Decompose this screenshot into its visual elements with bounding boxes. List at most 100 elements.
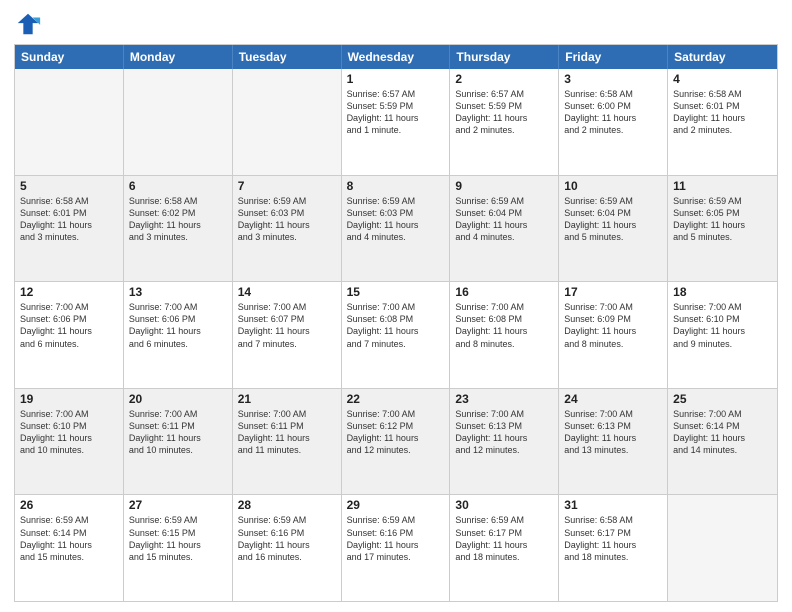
header-cell-saturday: Saturday xyxy=(668,45,777,69)
calendar-week-3: 12 Sunrise: 7:00 AM Sunset: 6:06 PM Dayli… xyxy=(15,282,777,389)
day-number: 25 xyxy=(673,392,772,406)
day-cell-empty xyxy=(668,495,777,601)
day-info: Sunrise: 7:00 AM Sunset: 6:10 PM Dayligh… xyxy=(20,408,118,457)
header-cell-friday: Friday xyxy=(559,45,668,69)
day-info: Sunrise: 6:59 AM Sunset: 6:03 PM Dayligh… xyxy=(238,195,336,244)
day-number: 20 xyxy=(129,392,227,406)
header-cell-thursday: Thursday xyxy=(450,45,559,69)
day-cell-21: 21 Sunrise: 7:00 AM Sunset: 6:11 PM Dayli… xyxy=(233,389,342,495)
calendar-header: SundayMondayTuesdayWednesdayThursdayFrid… xyxy=(15,45,777,69)
day-number: 5 xyxy=(20,179,118,193)
day-number: 31 xyxy=(564,498,662,512)
logo xyxy=(14,10,46,38)
day-number: 11 xyxy=(673,179,772,193)
day-cell-empty xyxy=(124,69,233,175)
day-number: 9 xyxy=(455,179,553,193)
day-info: Sunrise: 6:59 AM Sunset: 6:05 PM Dayligh… xyxy=(673,195,772,244)
day-info: Sunrise: 6:59 AM Sunset: 6:04 PM Dayligh… xyxy=(455,195,553,244)
page: SundayMondayTuesdayWednesdayThursdayFrid… xyxy=(0,0,792,612)
day-number: 15 xyxy=(347,285,445,299)
header-cell-monday: Monday xyxy=(124,45,233,69)
day-info: Sunrise: 7:00 AM Sunset: 6:13 PM Dayligh… xyxy=(564,408,662,457)
day-cell-6: 6 Sunrise: 6:58 AM Sunset: 6:02 PM Daylig… xyxy=(124,176,233,282)
day-cell-7: 7 Sunrise: 6:59 AM Sunset: 6:03 PM Daylig… xyxy=(233,176,342,282)
day-info: Sunrise: 6:57 AM Sunset: 5:59 PM Dayligh… xyxy=(455,88,553,137)
day-info: Sunrise: 7:00 AM Sunset: 6:09 PM Dayligh… xyxy=(564,301,662,350)
day-info: Sunrise: 6:59 AM Sunset: 6:15 PM Dayligh… xyxy=(129,514,227,563)
day-cell-4: 4 Sunrise: 6:58 AM Sunset: 6:01 PM Daylig… xyxy=(668,69,777,175)
day-number: 13 xyxy=(129,285,227,299)
day-cell-25: 25 Sunrise: 7:00 AM Sunset: 6:14 PM Dayli… xyxy=(668,389,777,495)
day-number: 23 xyxy=(455,392,553,406)
day-cell-empty xyxy=(233,69,342,175)
day-cell-5: 5 Sunrise: 6:58 AM Sunset: 6:01 PM Daylig… xyxy=(15,176,124,282)
day-cell-10: 10Sunrise: 6:59 AM Sunset: 6:04 PM Dayli… xyxy=(559,176,668,282)
day-number: 22 xyxy=(347,392,445,406)
calendar-week-5: 26 Sunrise: 6:59 AM Sunset: 6:14 PM Dayli… xyxy=(15,495,777,601)
day-cell-1: 1Sunrise: 6:57 AM Sunset: 5:59 PM Daylig… xyxy=(342,69,451,175)
calendar-week-2: 5 Sunrise: 6:58 AM Sunset: 6:01 PM Daylig… xyxy=(15,176,777,283)
day-number: 27 xyxy=(129,498,227,512)
day-number: 16 xyxy=(455,285,553,299)
day-info: Sunrise: 7:00 AM Sunset: 6:06 PM Dayligh… xyxy=(20,301,118,350)
day-number: 24 xyxy=(564,392,662,406)
day-cell-26: 26 Sunrise: 6:59 AM Sunset: 6:14 PM Dayli… xyxy=(15,495,124,601)
day-cell-29: 29 Sunrise: 6:59 AM Sunset: 6:16 PM Dayli… xyxy=(342,495,451,601)
day-number: 19 xyxy=(20,392,118,406)
day-info: Sunrise: 7:00 AM Sunset: 6:12 PM Dayligh… xyxy=(347,408,445,457)
day-info: Sunrise: 6:59 AM Sunset: 6:03 PM Dayligh… xyxy=(347,195,445,244)
day-number: 28 xyxy=(238,498,336,512)
day-cell-24: 24 Sunrise: 7:00 AM Sunset: 6:13 PM Dayli… xyxy=(559,389,668,495)
day-info: Sunrise: 6:59 AM Sunset: 6:16 PM Dayligh… xyxy=(347,514,445,563)
day-cell-16: 16 Sunrise: 7:00 AM Sunset: 6:08 PM Dayli… xyxy=(450,282,559,388)
day-number: 4 xyxy=(673,72,772,86)
day-info: Sunrise: 6:58 AM Sunset: 6:02 PM Dayligh… xyxy=(129,195,227,244)
day-cell-18: 18Sunrise: 7:00 AM Sunset: 6:10 PM Dayli… xyxy=(668,282,777,388)
header-cell-sunday: Sunday xyxy=(15,45,124,69)
day-info: Sunrise: 7:00 AM Sunset: 6:08 PM Dayligh… xyxy=(347,301,445,350)
day-cell-28: 28 Sunrise: 6:59 AM Sunset: 6:16 PM Dayli… xyxy=(233,495,342,601)
day-number: 2 xyxy=(455,72,553,86)
header-cell-wednesday: Wednesday xyxy=(342,45,451,69)
day-cell-19: 19 Sunrise: 7:00 AM Sunset: 6:10 PM Dayli… xyxy=(15,389,124,495)
day-info: Sunrise: 6:58 AM Sunset: 6:01 PM Dayligh… xyxy=(673,88,772,137)
day-info: Sunrise: 6:59 AM Sunset: 6:17 PM Dayligh… xyxy=(455,514,553,563)
day-info: Sunrise: 7:00 AM Sunset: 6:07 PM Dayligh… xyxy=(238,301,336,350)
day-number: 12 xyxy=(20,285,118,299)
calendar: SundayMondayTuesdayWednesdayThursdayFrid… xyxy=(14,44,778,602)
calendar-week-4: 19 Sunrise: 7:00 AM Sunset: 6:10 PM Dayli… xyxy=(15,389,777,496)
day-number: 29 xyxy=(347,498,445,512)
day-info: Sunrise: 7:00 AM Sunset: 6:08 PM Dayligh… xyxy=(455,301,553,350)
day-cell-31: 31 Sunrise: 6:58 AM Sunset: 6:17 PM Dayli… xyxy=(559,495,668,601)
day-info: Sunrise: 6:59 AM Sunset: 6:16 PM Dayligh… xyxy=(238,514,336,563)
day-number: 7 xyxy=(238,179,336,193)
day-number: 26 xyxy=(20,498,118,512)
day-cell-17: 17Sunrise: 7:00 AM Sunset: 6:09 PM Dayli… xyxy=(559,282,668,388)
day-info: Sunrise: 7:00 AM Sunset: 6:13 PM Dayligh… xyxy=(455,408,553,457)
day-number: 6 xyxy=(129,179,227,193)
header xyxy=(14,10,778,38)
day-info: Sunrise: 6:59 AM Sunset: 6:14 PM Dayligh… xyxy=(20,514,118,563)
day-info: Sunrise: 6:58 AM Sunset: 6:00 PM Dayligh… xyxy=(564,88,662,137)
day-number: 30 xyxy=(455,498,553,512)
day-cell-23: 23 Sunrise: 7:00 AM Sunset: 6:13 PM Dayli… xyxy=(450,389,559,495)
day-cell-13: 13Sunrise: 7:00 AM Sunset: 6:06 PM Dayli… xyxy=(124,282,233,388)
day-number: 1 xyxy=(347,72,445,86)
day-cell-11: 11 Sunrise: 6:59 AM Sunset: 6:05 PM Dayli… xyxy=(668,176,777,282)
day-cell-27: 27 Sunrise: 6:59 AM Sunset: 6:15 PM Dayli… xyxy=(124,495,233,601)
day-number: 18 xyxy=(673,285,772,299)
day-info: Sunrise: 6:58 AM Sunset: 6:17 PM Dayligh… xyxy=(564,514,662,563)
day-number: 21 xyxy=(238,392,336,406)
header-cell-tuesday: Tuesday xyxy=(233,45,342,69)
day-cell-14: 14Sunrise: 7:00 AM Sunset: 6:07 PM Dayli… xyxy=(233,282,342,388)
day-cell-8: 8 Sunrise: 6:59 AM Sunset: 6:03 PM Daylig… xyxy=(342,176,451,282)
logo-icon xyxy=(14,10,42,38)
day-info: Sunrise: 7:00 AM Sunset: 6:14 PM Dayligh… xyxy=(673,408,772,457)
day-number: 8 xyxy=(347,179,445,193)
day-cell-22: 22 Sunrise: 7:00 AM Sunset: 6:12 PM Dayli… xyxy=(342,389,451,495)
day-cell-12: 12 Sunrise: 7:00 AM Sunset: 6:06 PM Dayli… xyxy=(15,282,124,388)
day-info: Sunrise: 7:00 AM Sunset: 6:11 PM Dayligh… xyxy=(238,408,336,457)
day-info: Sunrise: 6:58 AM Sunset: 6:01 PM Dayligh… xyxy=(20,195,118,244)
day-number: 10 xyxy=(564,179,662,193)
day-cell-30: 30 Sunrise: 6:59 AM Sunset: 6:17 PM Dayli… xyxy=(450,495,559,601)
